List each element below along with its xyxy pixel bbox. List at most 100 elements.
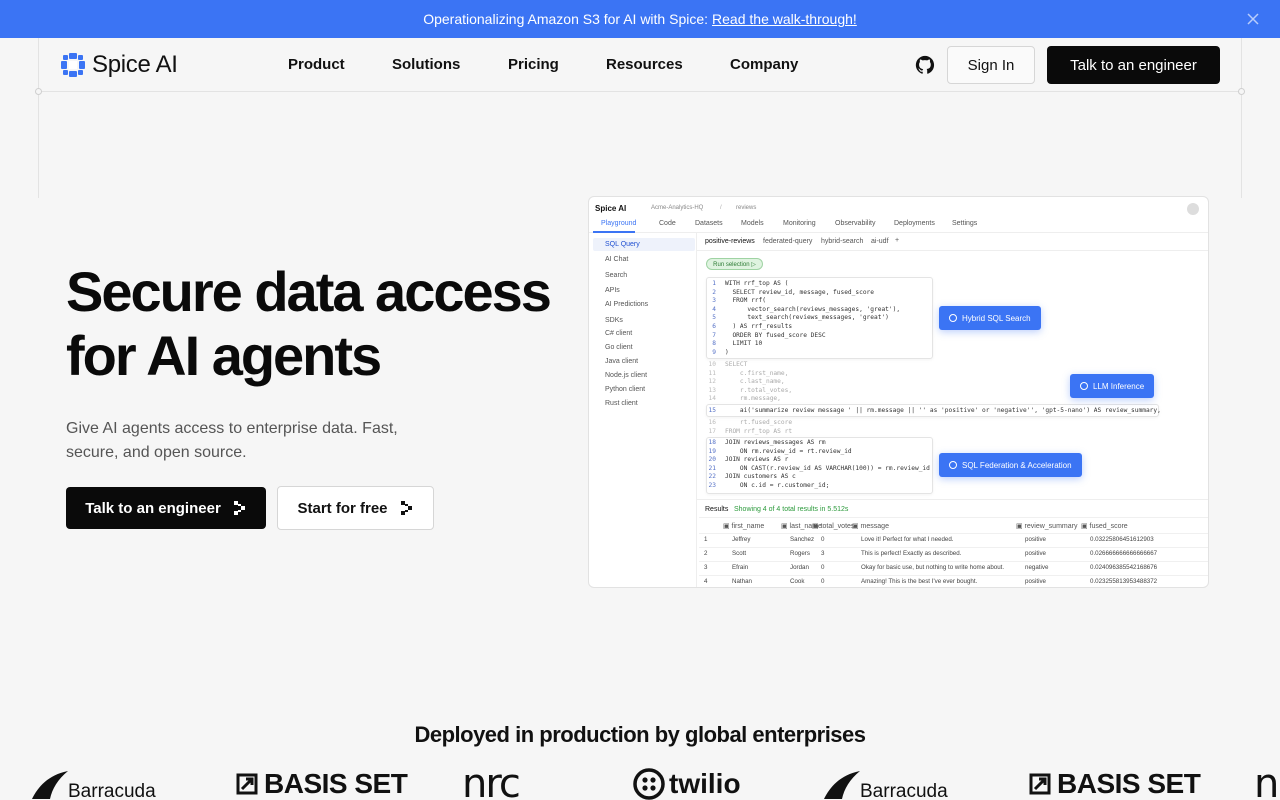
logo-basis-set-text: BASIS SET — [1057, 768, 1201, 799]
github-icon[interactable] — [914, 54, 936, 76]
logo-nrc: nrc — [462, 761, 521, 800]
column-header: ▣ total_votes — [812, 523, 855, 530]
llm-inference-callout: LLM Inference — [1070, 374, 1155, 398]
line-number: 14 — [708, 395, 716, 403]
line-number: 6 — [712, 323, 716, 330]
table-cell: Nathan — [732, 578, 752, 585]
hero-title: Secure data access for AI agents — [66, 260, 586, 388]
twilio-mark-icon — [633, 768, 665, 800]
tab-monitoring: Monitoring — [783, 220, 816, 227]
line-number: 20 — [708, 456, 716, 464]
code-line: LIMIT 10 — [725, 340, 763, 348]
code-line: ORDER BY fused_score DESC — [725, 331, 826, 339]
line-number: 18 — [708, 439, 716, 446]
table-cell: Scott — [732, 550, 747, 557]
table-cell: Efrain — [732, 564, 749, 571]
table-cell: 0 — [821, 564, 825, 571]
app-header: Spice AI Acme-Analytics-HQ / reviews Pla… — [589, 197, 1208, 233]
table-row-divider — [699, 547, 1208, 548]
table-cell: 0.03225806451612903 — [1090, 536, 1154, 543]
table-cell: 0 — [821, 536, 825, 543]
talk-to-engineer-nav-button[interactable]: Talk to an engineer — [1047, 46, 1220, 84]
line-number: 13 — [708, 386, 716, 394]
basis-set-mark-icon — [236, 773, 258, 795]
start-for-free-button[interactable]: Start for free — [277, 486, 434, 530]
app-brand: Spice AI — [595, 204, 627, 213]
hero-title-line1: Secure data access — [66, 260, 552, 323]
close-icon[interactable] — [1244, 10, 1262, 28]
sql-federation-label: SQL Federation & Acceleration — [962, 460, 1072, 470]
table-cell: Okay for basic use, but nothing to write… — [861, 564, 1005, 571]
brand-logo[interactable]: Spice AI — [60, 51, 178, 79]
table-cell: positive — [1025, 550, 1046, 557]
code-line: ON c.id = r.customer_id; — [725, 482, 830, 489]
nav-item-product[interactable]: Product — [288, 56, 345, 73]
table-cell: 0.026666666666666667 — [1090, 550, 1158, 557]
line-number: 4 — [712, 305, 716, 313]
table-cell: 0.023255813953488372 — [1090, 578, 1158, 585]
code-line: SELECT — [725, 361, 748, 368]
results-status: Showing 4 of 4 total results in 5.512s — [734, 506, 849, 513]
run-selection-button: Run selection ▷ — [706, 258, 763, 270]
logo-nrc-text: n — [1254, 761, 1280, 800]
sidebar-item-apis: APIs — [605, 287, 620, 294]
nav-item-company[interactable]: Company — [730, 56, 798, 73]
sidebar-item-ai-chat: AI Chat — [605, 256, 629, 263]
line-number: 10 — [708, 361, 716, 368]
sidebar-item-ai-predictions: AI Predictions — [605, 301, 649, 308]
tab-code: Code — [659, 220, 676, 227]
table-cell: 1 — [704, 536, 708, 543]
customers-heading: Deployed in production by global enterpr… — [414, 722, 866, 747]
sql-federation-callout: SQL Federation & Acceleration — [939, 453, 1082, 477]
sidebar-item-search: Search — [605, 272, 628, 279]
nav-item-resources[interactable]: Resources — [606, 56, 683, 73]
code-line: JOIN reviews AS r — [725, 456, 789, 464]
query-tab-federated-query: federated-query — [763, 238, 813, 245]
gear-icon — [949, 461, 957, 469]
tab-models: Models — [741, 220, 764, 227]
tab-observability: Observability — [835, 220, 876, 227]
line-number: 16 — [708, 419, 716, 426]
sidebar-item-rust-client: Rust client — [605, 400, 638, 407]
logo-basis-set-text: BASIS SET — [264, 768, 408, 799]
sign-in-button[interactable]: Sign In — [947, 46, 1035, 84]
talk-to-engineer-label: Talk to an engineer — [85, 499, 221, 517]
tab-deployments: Deployments — [894, 220, 935, 227]
table-cell: Amazing! This is the best I've ever boug… — [861, 578, 978, 585]
logo-twilio-text: twilio — [669, 768, 741, 799]
code-line: text_search(reviews_messages, 'great') — [725, 314, 889, 322]
table-cell: positive — [1025, 536, 1046, 543]
hybrid-sql-search-label: Hybrid SQL Search — [962, 313, 1031, 323]
announcement-bar: Operationalizing Amazon S3 for AI with S… — [0, 0, 1280, 38]
start-for-free-label: Start for free — [297, 499, 388, 517]
table-cell: Cook — [790, 578, 805, 585]
code-line: JOIN customers AS c — [725, 473, 796, 481]
line-number: 9 — [712, 348, 716, 356]
gear-icon — [1080, 382, 1088, 390]
app-sidebar: SQL Query AI Chat Search APIs AI Predict… — [589, 233, 697, 587]
code-line: ) AS rrf_results — [725, 323, 793, 330]
nav-item-solutions[interactable]: Solutions — [392, 56, 460, 73]
line-number: 11 — [708, 369, 716, 377]
sidebar-item-csharp-client: C# client — [605, 330, 633, 337]
sidebar-item-sql-query: SQL Query — [605, 241, 640, 248]
app-screenshot: Spice AI Acme-Analytics-HQ / reviews Pla… — [588, 196, 1209, 588]
table-cell: 3 — [821, 550, 825, 557]
logo-nrc: n — [1254, 761, 1279, 800]
table-row-divider — [699, 533, 1208, 534]
line-number: 19 — [708, 447, 716, 455]
tab-settings: Settings — [952, 220, 978, 227]
nav-item-pricing[interactable]: Pricing — [508, 56, 559, 73]
talk-to-engineer-button[interactable]: Talk to an engineer — [66, 487, 266, 529]
sidebar-item-go-client: Go client — [605, 344, 633, 351]
table-row-divider — [699, 561, 1208, 562]
code-line: ON CAST(r.review_id AS VARCHAR(100)) = r… — [725, 464, 930, 472]
line-number: 12 — [708, 378, 716, 386]
barracuda-fin-icon — [32, 771, 68, 799]
line-number: 22 — [708, 473, 716, 481]
add-tab-icon: + — [895, 237, 900, 244]
column-header: ▣ review_summary — [1016, 523, 1078, 530]
query-tabs: positive-reviews federated-query hybrid-… — [697, 233, 1208, 251]
announcement-link[interactable]: Read the walk-through! — [712, 11, 857, 27]
sidebar-item-python-client: Python client — [605, 386, 646, 393]
